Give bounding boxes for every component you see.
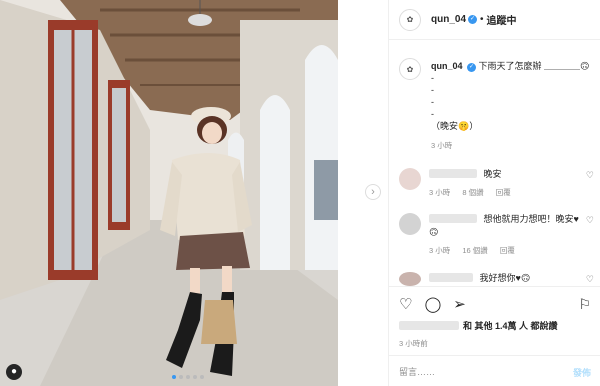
heart-icon[interactable]: ♡ <box>586 215 594 226</box>
comment-time: 3 小時 <box>429 188 451 197</box>
chevron-right-icon: › <box>371 186 375 198</box>
post-comment-button[interactable]: 發佈 <box>573 366 591 379</box>
post-side-panel: ✿ qun_04 ✓ • 追蹤中 ✿ qun_04 ✓ 下雨天了怎麼辦 ＿＿＿＿… <box>388 0 600 386</box>
post-timestamp: 3 小時前 <box>399 339 428 348</box>
comment-input[interactable]: 留言…… 發佈 <box>389 355 600 386</box>
carousel-dot <box>193 375 197 379</box>
header-separator: • <box>480 14 484 25</box>
heart-icon[interactable]: ♡ <box>586 274 594 285</box>
carousel-dot <box>186 375 190 379</box>
post-photo[interactable] <box>0 0 338 386</box>
post-actions: ♡ ◯ ➢ ⚐ <box>389 286 600 320</box>
caption-line: - <box>431 73 434 83</box>
caption-timestamp: 3 小時 <box>431 141 453 150</box>
comment-reply-button[interactable]: 回覆 <box>500 246 515 255</box>
redacted-username <box>429 169 477 178</box>
photo-illustration <box>0 0 338 386</box>
heart-icon[interactable]: ♡ <box>586 170 594 181</box>
caption-username[interactable]: qun_04 <box>431 61 463 71</box>
carousel-indicator <box>172 375 204 379</box>
comment-icon[interactable]: ◯ <box>424 295 441 313</box>
caption-text: 下雨天了怎麼辦 ＿＿＿＿🙃 <box>478 61 590 71</box>
header-username[interactable]: qun_04 <box>431 14 466 25</box>
avatar[interactable] <box>399 213 421 235</box>
caption-line: - <box>431 109 434 119</box>
caption-line: - <box>431 97 434 107</box>
comment-reply-button[interactable]: 回覆 <box>496 188 511 197</box>
verified-badge-icon: ✓ <box>468 15 478 24</box>
carousel-dot <box>179 375 183 379</box>
redacted-username <box>429 214 477 223</box>
next-slide-button[interactable]: › <box>365 184 381 200</box>
heart-icon[interactable]: ♡ <box>399 295 412 313</box>
verified-badge-icon: ✓ <box>467 63 477 72</box>
comment-like-count[interactable]: 8 個讚 <box>462 188 483 197</box>
post-modal: › ● ✿ qun_04 ✓ • 追蹤中 ✿ qun_04 ✓ 下雨天了怎麼辦 … <box>0 0 600 386</box>
caption-line: （晚安🤫） <box>431 121 479 131</box>
likes-summary[interactable]: 和 其他 1.4萬 人 都說讚 <box>399 319 558 332</box>
likes-text: 和 其他 1.4萬 人 都說讚 <box>463 321 558 331</box>
comment-text: 晚安 <box>483 169 502 179</box>
comment-time: 3 小時 <box>429 246 451 255</box>
comment-placeholder: 留言…… <box>399 366 436 377</box>
carousel-dot <box>172 375 176 379</box>
avatar[interactable]: ✿ <box>399 58 421 80</box>
comment-text: 我好想你♥🙃 <box>479 273 531 283</box>
post-header: ✿ qun_04 ✓ • 追蹤中 <box>389 0 600 40</box>
redacted-username <box>429 273 473 282</box>
follow-status-button[interactable]: 追蹤中 <box>487 12 517 27</box>
avatar[interactable] <box>399 168 421 190</box>
comment-like-count[interactable]: 16 個讚 <box>462 246 487 255</box>
caption-line: - <box>431 85 434 95</box>
share-icon[interactable]: ➢ <box>453 295 466 313</box>
avatar[interactable] <box>399 272 421 286</box>
avatar[interactable]: ✿ <box>399 8 421 31</box>
carousel-dot <box>200 375 204 379</box>
redacted-username <box>399 321 459 330</box>
tagged-user-icon[interactable]: ● <box>6 364 22 380</box>
bookmark-icon[interactable]: ⚐ <box>578 296 591 313</box>
